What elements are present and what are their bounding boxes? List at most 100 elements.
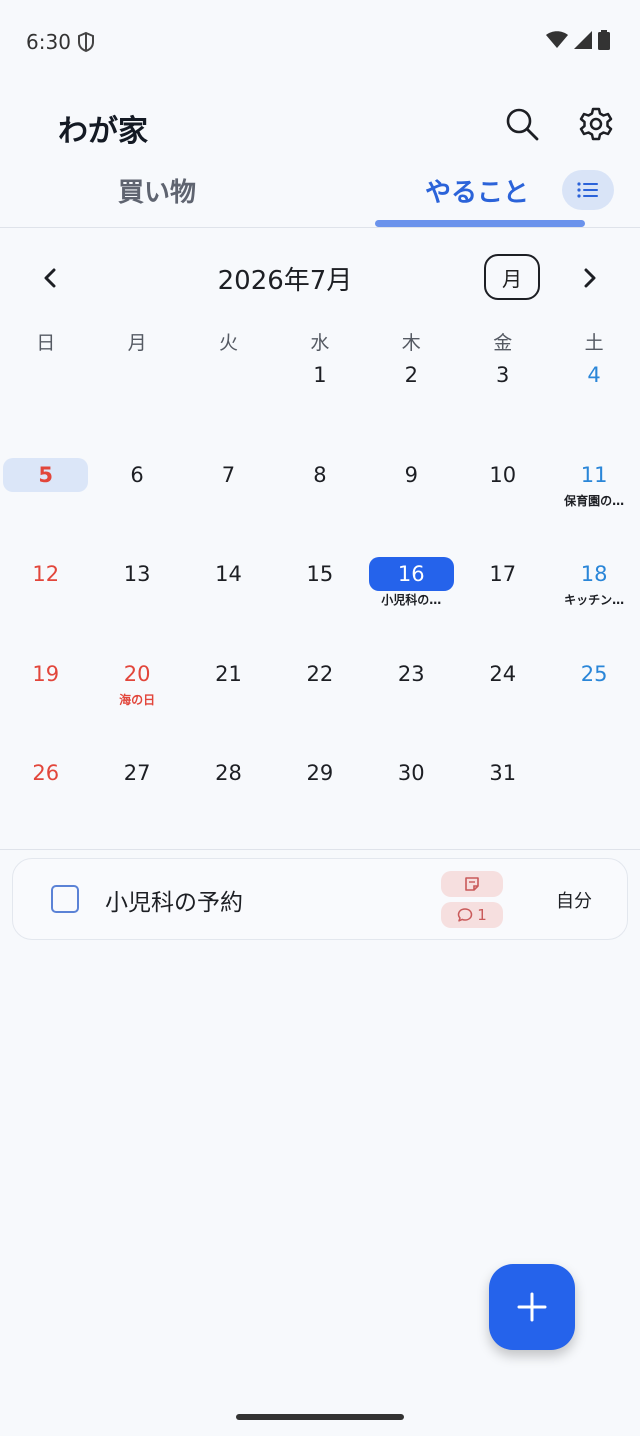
day-event-label: 小児科の…	[381, 593, 442, 607]
weekday-label: 日	[36, 332, 56, 354]
day-number: 4	[587, 363, 601, 387]
day-number: 27	[123, 761, 151, 785]
task-checkbox[interactable]	[51, 885, 79, 913]
weekday-label: 木	[401, 332, 421, 354]
day-cell[interactable]: 27	[91, 756, 182, 855]
tab-shopping[interactable]: 買い物	[118, 172, 196, 209]
day-number: 25	[580, 661, 608, 686]
day-cell[interactable]: 18 キッチン…	[548, 557, 639, 656]
day-cell[interactable]: 22	[274, 657, 365, 756]
day-cell[interactable]: 6	[91, 458, 182, 557]
day-cell[interactable]: 9	[366, 458, 457, 557]
day-cell[interactable]: 2	[366, 358, 457, 457]
chevron-right-icon	[584, 268, 596, 288]
day-number: 7	[221, 462, 236, 487]
status-bar: 6:30	[0, 0, 640, 84]
signal-icon	[574, 31, 592, 49]
view-mode-toggle[interactable]: 月	[484, 254, 540, 300]
day-number: 29	[306, 761, 334, 785]
tab-todo[interactable]: やること	[425, 172, 529, 209]
task-item[interactable]: 小児科の予約 1 自分	[12, 858, 628, 940]
day-cell[interactable]: 13	[91, 557, 182, 656]
weekday-label: 金	[493, 332, 513, 354]
weekday-label: 土	[584, 332, 604, 354]
day-cell[interactable]: 19	[0, 657, 91, 756]
day-cell[interactable]: 11 保育園の…	[548, 458, 639, 557]
wifi-icon	[546, 31, 568, 48]
day-cell[interactable]: 28	[183, 756, 274, 855]
day-number: 10	[489, 462, 517, 487]
day-cell[interactable]: 23	[366, 657, 457, 756]
day-cell[interactable]: 3	[457, 358, 548, 457]
calendar-grid: 1 2 3 4 5 6 7 8 9 10 11 保育園の… 12 13 14 15…	[0, 358, 640, 848]
weekday-label: 月	[127, 332, 147, 354]
day-number: 2	[404, 363, 418, 387]
next-month-button[interactable]	[572, 260, 608, 296]
list-icon	[577, 182, 598, 198]
day-number: 8	[313, 462, 327, 487]
comment-icon	[457, 908, 473, 922]
day-number: 30	[397, 761, 425, 785]
day-number: 31	[489, 761, 517, 785]
shield-icon	[78, 31, 94, 53]
add-task-button[interactable]	[489, 1264, 575, 1350]
task-assignee: 自分	[556, 891, 592, 912]
tab-bar: 買い物 やること	[0, 160, 640, 228]
day-cell-holiday[interactable]: 20 海の日	[91, 657, 182, 756]
home-indicator	[236, 1414, 404, 1420]
day-number: 6	[130, 462, 144, 487]
day-cell-today[interactable]: 5	[0, 457, 91, 557]
search-icon	[506, 108, 539, 141]
day-number: 22	[306, 661, 334, 686]
weekday-label: 火	[218, 332, 238, 354]
day-number: 21	[215, 661, 242, 686]
day-number: 16	[368, 557, 454, 591]
memo-badge	[441, 871, 503, 897]
day-number: 3	[496, 363, 510, 387]
day-cell[interactable]: 21	[183, 657, 274, 756]
comment-badge: 1	[441, 902, 503, 928]
day-number: 13	[123, 562, 151, 586]
day-number: 15	[306, 562, 334, 586]
list-view-button[interactable]	[562, 170, 614, 210]
day-event-label: 海の日	[119, 692, 156, 707]
day-event-label: 保育園の…	[564, 493, 625, 508]
day-number: 17	[489, 562, 517, 586]
day-number: 9	[404, 462, 418, 487]
day-number: 24	[489, 661, 517, 686]
day-cell[interactable]: 1	[274, 358, 365, 457]
task-title: 小児科の予約	[105, 890, 243, 916]
day-cell[interactable]: 26	[0, 756, 91, 855]
day-cell[interactable]: 15	[274, 557, 365, 656]
day-cell[interactable]: 14	[183, 557, 274, 656]
search-button[interactable]	[502, 104, 542, 144]
day-cell[interactable]: 4	[548, 358, 639, 457]
settings-button[interactable]	[576, 104, 616, 144]
day-cell[interactable]: 31	[457, 756, 548, 855]
day-cell[interactable]: 17	[457, 557, 548, 656]
gear-icon	[579, 107, 613, 141]
day-cell-selected[interactable]: 16 小児科の…	[366, 557, 457, 656]
day-number: 19	[32, 661, 60, 686]
day-cell[interactable]: 25	[548, 657, 639, 756]
day-number: 26	[32, 761, 60, 785]
day-number: 28	[215, 761, 242, 785]
day-cell[interactable]: 10	[457, 458, 548, 557]
weekday-label: 水	[310, 332, 330, 354]
day-number: 11	[580, 462, 608, 487]
day-cell[interactable]: 24	[457, 657, 548, 756]
plus-icon	[517, 1292, 547, 1322]
day-cell[interactable]: 7	[183, 458, 274, 557]
day-number: 23	[397, 661, 425, 686]
day-cell[interactable]: 30	[366, 756, 457, 855]
day-cell[interactable]: 12	[0, 557, 91, 656]
note-icon	[465, 877, 479, 891]
day-cell[interactable]: 29	[274, 756, 365, 855]
battery-icon	[598, 30, 610, 50]
day-number: 5	[3, 457, 89, 492]
weekday-header: 日 月 火 水 木 金 土	[0, 328, 640, 358]
day-cell[interactable]: 8	[274, 458, 365, 557]
app-title: わが家	[58, 114, 148, 149]
comment-count: 1	[477, 906, 487, 924]
day-event-label: キッチン…	[564, 593, 625, 607]
